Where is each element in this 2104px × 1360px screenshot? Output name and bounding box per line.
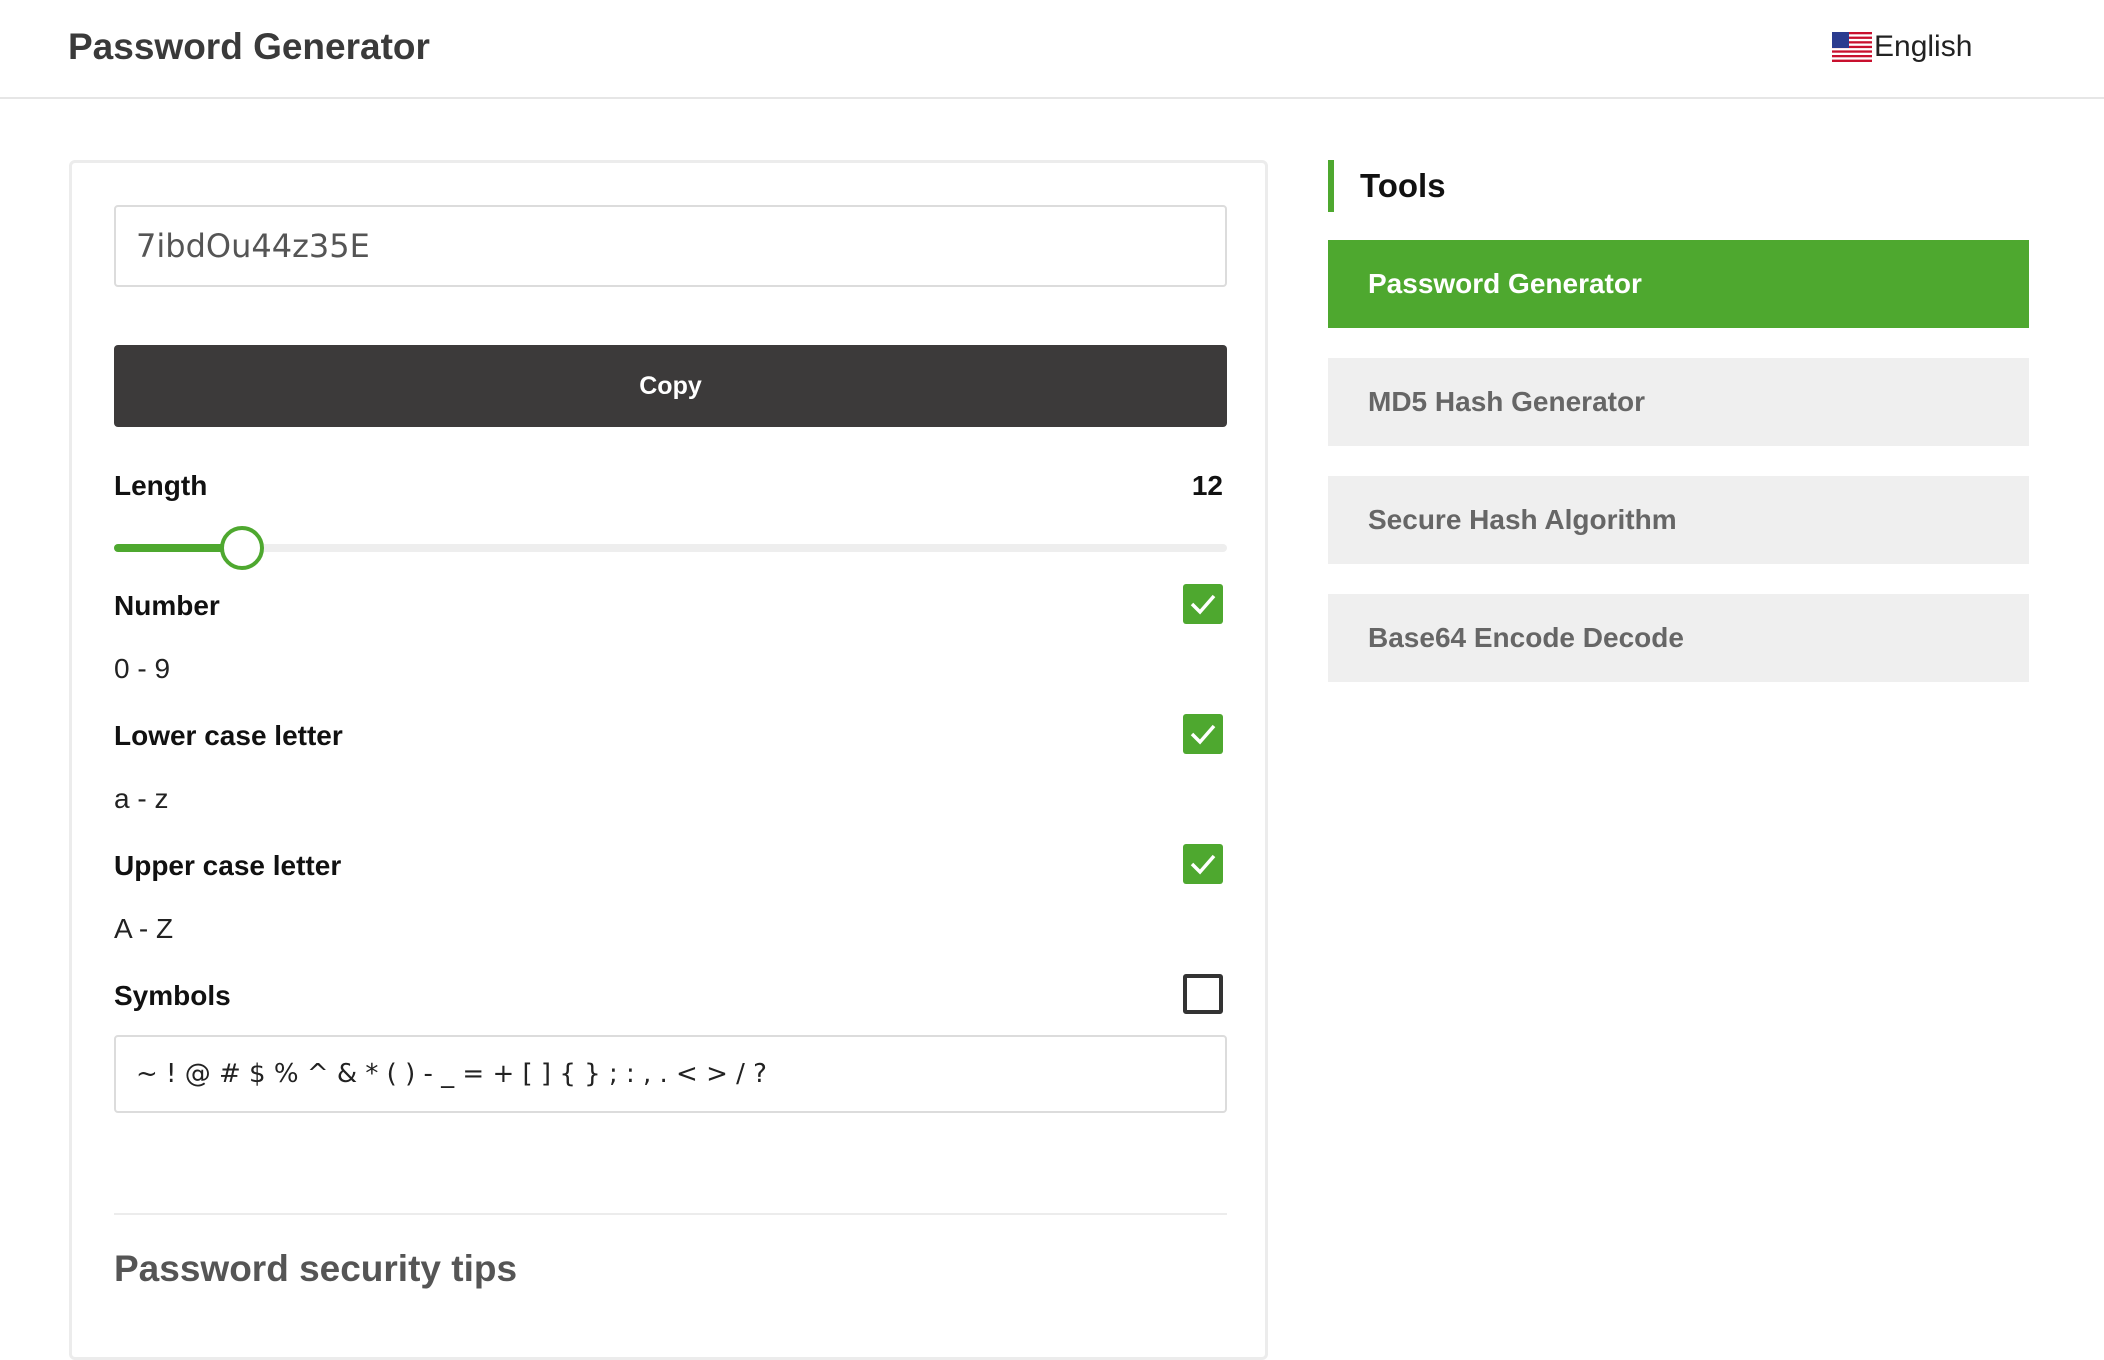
- uppercase-checkbox[interactable]: [1183, 844, 1223, 884]
- option-symbols-label: Symbols: [114, 980, 231, 1011]
- slider-thumb[interactable]: [219, 526, 264, 570]
- section-divider: [114, 1213, 1227, 1215]
- lowercase-checkbox[interactable]: [1183, 714, 1223, 754]
- copy-button[interactable]: Copy: [114, 345, 1227, 427]
- option-lowercase-label: Lower case letter: [114, 720, 343, 751]
- site-title[interactable]: Password Generator: [68, 26, 430, 68]
- length-value: 12: [1191, 470, 1223, 501]
- length-slider[interactable]: [114, 526, 1227, 570]
- number-checkbox[interactable]: [1183, 584, 1223, 624]
- option-lowercase-range: a - z: [114, 783, 169, 814]
- checkmark-icon: [1190, 854, 1216, 875]
- language-label: English: [1874, 30, 1973, 63]
- tool-password-generator[interactable]: Password Generator: [1328, 240, 2029, 328]
- option-number-range: 0 - 9: [114, 653, 171, 684]
- symbols-checkbox[interactable]: [1183, 974, 1223, 1014]
- checkmark-icon: [1190, 724, 1216, 745]
- option-uppercase-range: A - Z: [114, 913, 174, 944]
- tool-base64-encode-decode[interactable]: Base64 Encode Decode: [1328, 594, 2029, 682]
- slider-track: [114, 544, 1227, 552]
- tool-secure-hash-algorithm[interactable]: Secure Hash Algorithm: [1328, 476, 2029, 564]
- security-tips-heading: Password security tips: [114, 1248, 518, 1289]
- us-flag-icon: [1832, 32, 1872, 62]
- option-uppercase-label: Upper case letter: [114, 850, 342, 881]
- tool-md5-hash-generator[interactable]: MD5 Hash Generator: [1328, 358, 2029, 446]
- generator-card: 7ibdOu44z35E Copy Length 12 Number 0 - 9…: [69, 160, 1268, 1360]
- length-label: Length: [114, 470, 208, 501]
- language-selector[interactable]: English: [1832, 30, 1972, 64]
- tools-heading: Tools: [1328, 160, 1446, 212]
- option-number-label: Number: [114, 590, 220, 621]
- top-header: Password Generator English: [0, 0, 2104, 99]
- checkmark-icon: [1190, 594, 1216, 615]
- password-output[interactable]: 7ibdOu44z35E: [114, 205, 1227, 287]
- symbols-input[interactable]: ~ ! @ # $ % ^ & * ( ) - _ = + [ ] { } ; …: [114, 1035, 1227, 1113]
